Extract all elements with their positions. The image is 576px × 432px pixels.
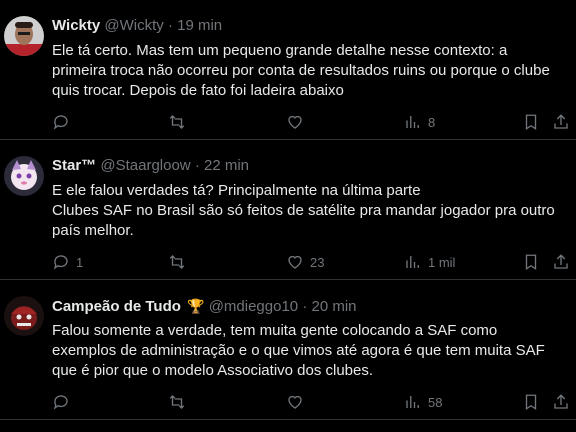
bookmark-icon <box>525 394 537 411</box>
tweet-header: Wickty @Wickty · 19 min <box>52 17 566 35</box>
tweet-item[interactable]: Wickty @Wickty · 19 min Ele tá certo. Ma… <box>0 0 576 140</box>
bookmark-icon <box>525 114 537 131</box>
tweet-text-line: Clubes SAF no Brasil são só feitos de sa… <box>52 202 555 219</box>
reply-icon <box>53 255 68 270</box>
tweet-text-line: Ele tá certo. Mas tem um pequeno grande … <box>52 42 508 59</box>
share-icon <box>554 114 568 129</box>
views-count: 8 <box>428 114 436 130</box>
share-button[interactable] <box>552 112 570 132</box>
tweet-text-line: primeira troca não ocorreu por conta de … <box>52 62 550 79</box>
retweet-button[interactable] <box>168 112 192 132</box>
separator-dot: · <box>302 298 308 315</box>
timestamp[interactable]: 22 min <box>204 157 249 174</box>
bookmark-icon <box>525 254 537 271</box>
like-button[interactable] <box>286 392 310 412</box>
heart-icon <box>288 395 302 409</box>
avatar[interactable] <box>4 156 44 196</box>
heart-icon <box>288 115 302 129</box>
views-icon <box>406 396 419 408</box>
tweet-text-line: quis trocar. Depois de fato foi ladeira … <box>52 82 344 99</box>
timestamp[interactable]: 20 min <box>311 298 356 315</box>
tweet-header: Star™ @Staargloow · 22 min <box>52 157 566 175</box>
tweet-text-line: exemplos de administração e o que vimos … <box>52 342 545 359</box>
views-button[interactable]: 8 <box>404 112 435 132</box>
bookmark-button[interactable] <box>522 392 540 412</box>
reply-icon <box>53 115 68 130</box>
tweet-text: E ele falou verdades tá? Principalmente … <box>52 181 568 241</box>
tweet-text-line: Falou somente a verdade, tem muita gente… <box>52 322 498 339</box>
bookmark-button[interactable] <box>522 112 540 132</box>
reply-count: 1 <box>76 254 84 270</box>
tweet-text-line: que é pior que o modelo Associativo dos … <box>52 362 374 379</box>
tweet-text-line: país melhor. <box>52 222 134 239</box>
views-button[interactable]: 58 <box>404 392 442 412</box>
heart-icon <box>288 255 302 269</box>
tweet-actions: 58 <box>52 392 568 412</box>
trophy-icon: 🏆 <box>187 298 205 314</box>
like-count: 23 <box>310 254 325 270</box>
share-icon <box>554 394 568 409</box>
share-button[interactable] <box>552 392 570 412</box>
views-icon <box>406 116 419 128</box>
reply-icon <box>53 395 68 410</box>
tweet-actions: 1 23 1 mil <box>52 252 568 272</box>
separator-dot: · <box>167 17 173 34</box>
tweet-item[interactable]: Campeão de Tudo 🏆 @mdieggo10 · 20 min Fa… <box>0 280 576 420</box>
tweet-text: Ele tá certo. Mas tem um pequeno grande … <box>52 41 568 101</box>
retweet-icon <box>169 395 185 409</box>
author-handle[interactable]: @mdieggo10 <box>209 298 298 315</box>
share-button[interactable] <box>552 252 570 272</box>
tweet-actions: 8 <box>52 112 568 132</box>
author-name[interactable]: Star™ <box>52 157 96 174</box>
tweet-item[interactable]: Star™ @Staargloow · 22 min E ele falou v… <box>0 140 576 280</box>
share-icon <box>554 254 568 269</box>
tweet-header: Campeão de Tudo 🏆 @mdieggo10 · 20 min <box>52 297 566 316</box>
like-button[interactable]: 23 <box>286 252 324 272</box>
views-count: 1 mil <box>428 254 456 270</box>
views-count: 58 <box>428 394 443 410</box>
author-name[interactable]: Campeão de Tudo <box>52 298 181 315</box>
author-handle[interactable]: @Staargloow <box>100 157 190 174</box>
author-handle[interactable]: @Wickty <box>104 17 163 34</box>
tweet-text-line: E ele falou verdades tá? Principalmente … <box>52 182 421 199</box>
retweet-icon <box>169 255 185 269</box>
separator-dot: · <box>194 157 200 174</box>
like-button[interactable] <box>286 112 310 132</box>
author-name[interactable]: Wickty <box>52 17 100 34</box>
reply-button[interactable]: 1 <box>52 252 83 272</box>
timestamp[interactable]: 19 min <box>177 17 222 34</box>
bookmark-button[interactable] <box>522 252 540 272</box>
reply-button[interactable] <box>52 392 76 412</box>
retweet-button[interactable] <box>168 392 192 412</box>
avatar[interactable] <box>4 16 44 56</box>
tweet-text: Falou somente a verdade, tem muita gente… <box>52 321 568 381</box>
retweet-button[interactable] <box>168 252 192 272</box>
views-icon <box>406 256 419 268</box>
retweet-icon <box>169 115 185 129</box>
reply-button[interactable] <box>52 112 76 132</box>
views-button[interactable]: 1 mil <box>404 252 455 272</box>
avatar[interactable] <box>4 296 44 336</box>
